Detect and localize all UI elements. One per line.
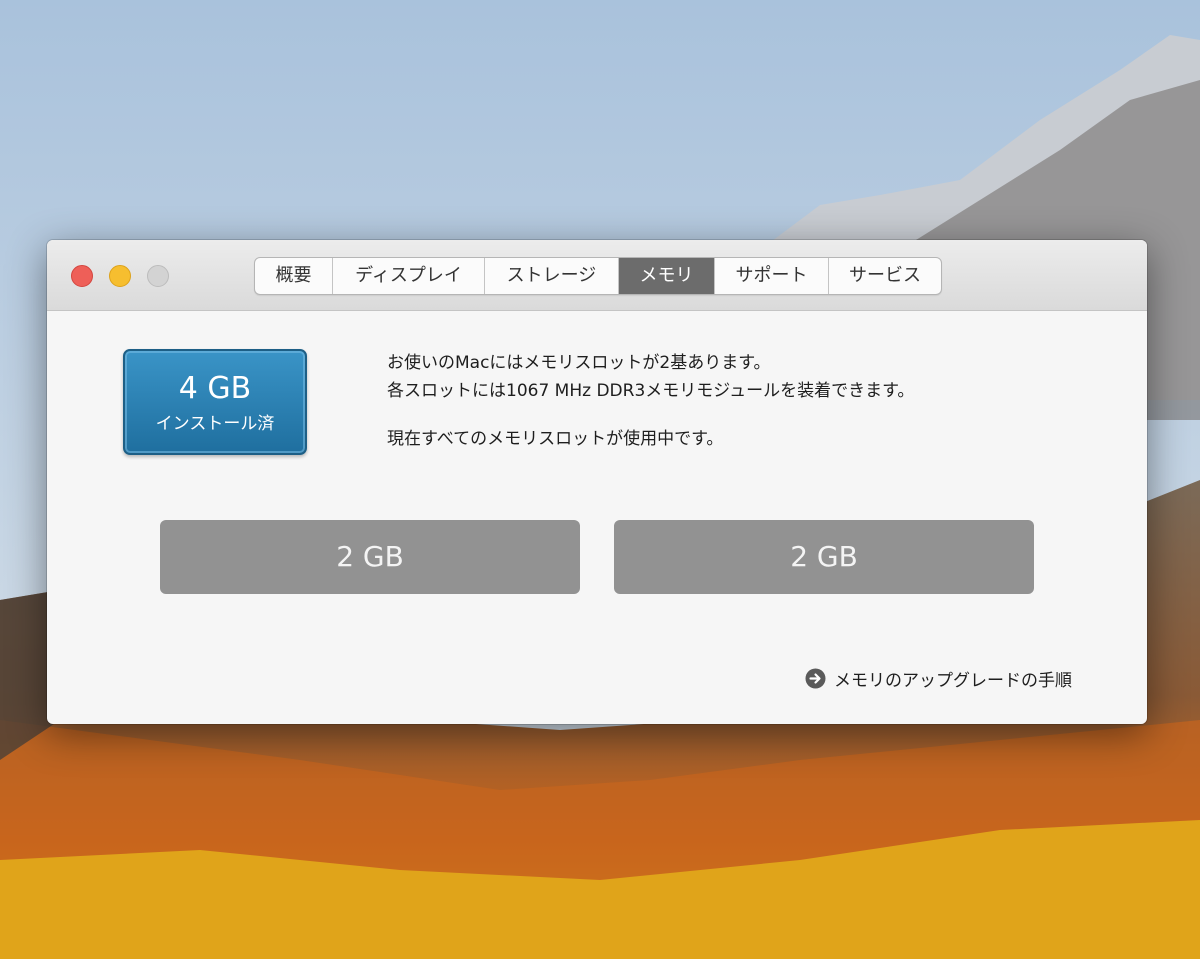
memory-slot-1: 2 GB (160, 520, 580, 594)
desktop: 概要 ディスプレイ ストレージ メモリ サポート サービス 4 GB インストー… (0, 0, 1200, 959)
memory-slot-usage-text: 現在すべてのメモリスロットが使用中です。 (387, 429, 724, 449)
title-bar: 概要 ディスプレイ ストレージ メモリ サポート サービス (47, 240, 1147, 311)
memory-info: お使いのMacにはメモリスロットが2基あります。 各スロットには1067 MHz… (387, 349, 1087, 453)
tab-service[interactable]: サービス (829, 258, 941, 294)
zoom-button (147, 265, 169, 287)
installed-memory-label: インストール済 (155, 414, 275, 434)
about-this-mac-window: 概要 ディスプレイ ストレージ メモリ サポート サービス 4 GB インストー… (47, 240, 1147, 724)
arrow-circle-right-icon (805, 668, 826, 688)
memory-upgrade-link[interactable]: メモリのアップグレードの手順 (805, 666, 1072, 691)
memory-upgrade-link-label[interactable]: メモリのアップグレードの手順 (834, 666, 1072, 691)
memory-module-spec-text: 各スロットには1067 MHz DDR3メモリモジュールを装着できます。 (387, 381, 915, 401)
minimize-button[interactable] (109, 265, 131, 287)
installed-memory-badge: 4 GB インストール済 (123, 349, 307, 455)
tab-displays[interactable]: ディスプレイ (333, 258, 485, 294)
tab-overview[interactable]: 概要 (255, 258, 333, 294)
memory-slot-count-text: お使いのMacにはメモリスロットが2基あります。 (387, 353, 771, 373)
memory-slot-2: 2 GB (614, 520, 1034, 594)
tab-support[interactable]: サポート (715, 258, 829, 294)
close-button[interactable] (71, 265, 93, 287)
installed-memory-size: 4 GB (178, 371, 252, 406)
tab-bar: 概要 ディスプレイ ストレージ メモリ サポート サービス (254, 257, 942, 295)
tab-memory[interactable]: メモリ (619, 258, 715, 294)
tab-storage[interactable]: ストレージ (485, 258, 619, 294)
